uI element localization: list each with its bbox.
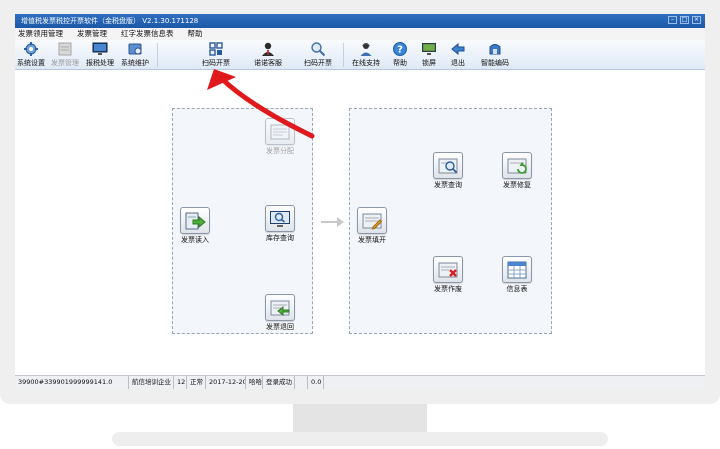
invoice-distribute-icon: [270, 124, 290, 139]
flow-arrowhead: [337, 217, 344, 227]
scan-issue-button[interactable]: 扫码开票: [202, 41, 230, 68]
invoice-return-button[interactable]: 发票退回: [265, 294, 295, 332]
lock-screen-button[interactable]: 锁屏: [421, 41, 437, 68]
invoice-repair-icon: [507, 158, 527, 174]
support-person-icon: [360, 43, 372, 56]
info-table-button[interactable]: 信息表: [502, 256, 532, 294]
scan-invoice-button[interactable]: 扫码开票: [304, 41, 332, 68]
help-button[interactable]: ? 帮助: [392, 41, 408, 68]
menu-help[interactable]: 帮助: [188, 28, 203, 40]
exit-button[interactable]: 退出: [450, 41, 466, 68]
title-bar: 增值税发票税控开票软件（金税盘版） V2.1.30.171128 – □ ×: [15, 14, 705, 28]
toolbox-icon: [128, 43, 142, 55]
toolbar-separator: [343, 43, 344, 67]
invoice-distribute-button[interactable]: 发票分配: [265, 118, 295, 156]
app-screen: 增值税发票税控开票软件（金税盘版） V2.1.30.171128 – □ × 发…: [15, 14, 705, 389]
status-empty: [295, 376, 308, 389]
invoice-query-icon: [438, 158, 458, 173]
status-bar: 39900#339901999999141.0 航信培训企业 12 正常 201…: [15, 375, 705, 389]
window-title: 增值税发票税控开票软件（金税盘版） V2.1.30.171128: [21, 17, 199, 25]
menu-invoice-management[interactable]: 发票管理: [77, 28, 107, 40]
stock-query-button[interactable]: 库存查询: [265, 205, 295, 243]
window-controls: – □ ×: [668, 16, 701, 24]
qr-grid-icon: [209, 42, 223, 56]
invoice-query-button[interactable]: 发票查询: [433, 152, 463, 190]
invoice-read-in-button[interactable]: 发票读入: [180, 207, 210, 245]
status-code: 12: [174, 376, 187, 389]
status-date: 2017-12-20: [206, 376, 246, 389]
status-user: 哈哈: [246, 376, 263, 389]
invoice-stack-icon: [58, 42, 72, 56]
invoice-fill-issue-button[interactable]: 发票填开: [357, 207, 387, 245]
stock-query-icon: [270, 210, 290, 227]
lock-monitor-icon: [422, 43, 436, 55]
usb-read-icon: [185, 212, 206, 229]
magnifier-icon: [311, 42, 326, 57]
status-tax-id: 39900#339901999999141.0: [15, 376, 129, 389]
smart-code-button[interactable]: 智能编码: [481, 41, 509, 68]
minimize-icon[interactable]: –: [668, 16, 677, 24]
svg-text:?: ?: [397, 45, 403, 56]
invoice-fill-icon: [362, 213, 383, 230]
online-support-button[interactable]: 在线支持: [352, 41, 380, 68]
toolbar: 系统设置 发票管理 报税处理 系统维护 扫码开票 诺诺客服 扫码开票 在线支持 …: [15, 40, 705, 70]
status-state: 正常: [187, 376, 206, 389]
monitor-stand: [112, 432, 608, 446]
monitor-icon: [92, 42, 108, 55]
gear-icon: [24, 42, 38, 56]
exit-arrow-icon: [451, 42, 465, 56]
workspace: 发票读入 发票分配 库存查询 发票退回 发票填开 发票查询 发票修复 发票作废 …: [15, 70, 705, 375]
status-login: 登录成功: [263, 376, 295, 389]
system-maintenance-button[interactable]: 系统维护: [121, 41, 149, 68]
maximize-icon[interactable]: □: [680, 16, 689, 24]
invoice-void-button[interactable]: 发票作废: [433, 256, 463, 294]
nuonuo-service-button[interactable]: 诺诺客服: [254, 41, 282, 68]
status-company: 航信培训企业: [129, 376, 174, 389]
info-table-icon: [507, 261, 527, 278]
smart-code-icon: [489, 44, 501, 55]
toolbar-separator: [157, 43, 158, 67]
invoice-void-icon: [438, 262, 458, 277]
system-settings-button[interactable]: 系统设置: [17, 41, 45, 68]
close-icon[interactable]: ×: [692, 16, 701, 24]
question-icon: ?: [393, 42, 407, 56]
invoice-management-button[interactable]: 发票管理: [51, 41, 79, 68]
menu-bar: 发票领用管理 发票管理 红字发票信息表 帮助: [15, 28, 705, 40]
status-amount: 0.0: [308, 376, 324, 389]
tax-reporting-button[interactable]: 报税处理: [86, 41, 114, 68]
agent-icon: [262, 42, 274, 56]
invoice-repair-button[interactable]: 发票修复: [502, 152, 532, 190]
invoice-return-icon: [270, 300, 290, 316]
menu-invoice-supply[interactable]: 发票领用管理: [18, 28, 63, 40]
menu-red-invoice-info[interactable]: 红字发票信息表: [121, 28, 174, 40]
